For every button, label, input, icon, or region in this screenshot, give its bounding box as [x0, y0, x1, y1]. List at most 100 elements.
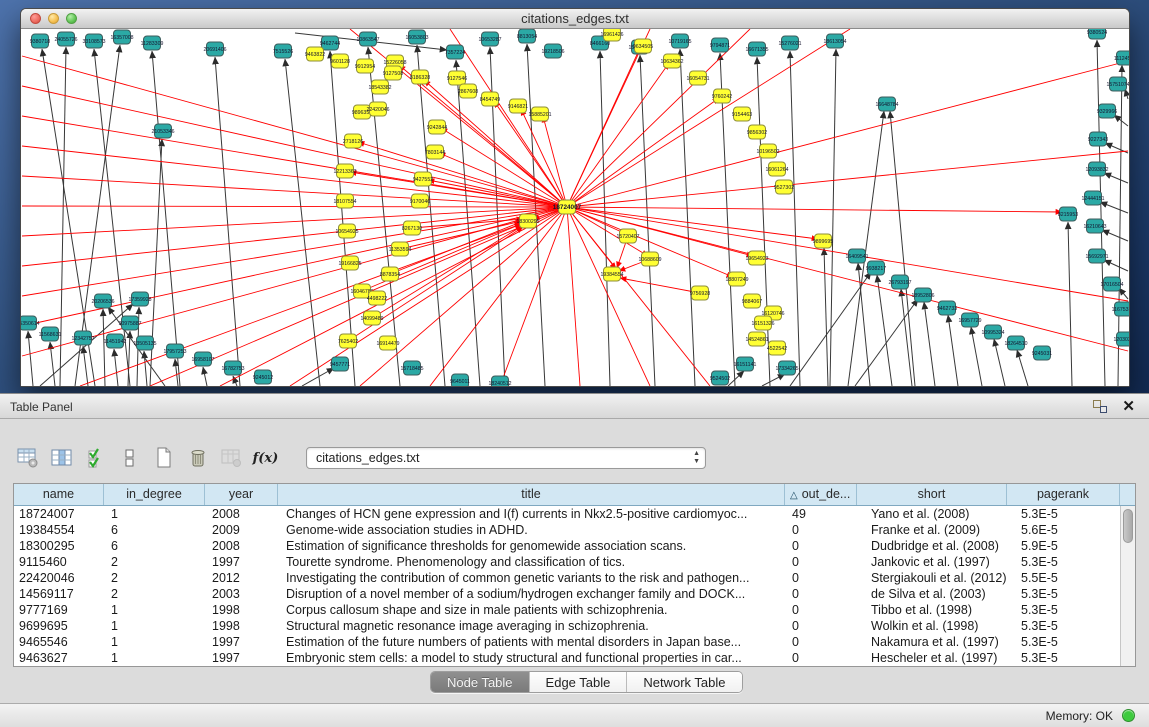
- graph-node[interactable]: 16357008: [110, 30, 133, 44]
- graph-edge[interactable]: [28, 331, 33, 386]
- graph-edge[interactable]: [567, 207, 580, 386]
- graph-node[interactable]: 7625402: [338, 334, 358, 348]
- graph-node[interactable]: 9899695: [813, 234, 833, 248]
- graph-node[interactable]: 9146821: [508, 99, 528, 113]
- graph-node[interactable]: 4498222: [367, 291, 387, 305]
- graph-edge[interactable]: [567, 61, 1128, 207]
- graph-node[interactable]: 9634505: [633, 39, 653, 53]
- select-all-icon[interactable]: [84, 447, 107, 470]
- graph-node[interactable]: 16151141: [734, 357, 757, 371]
- graph-node[interactable]: 9645011: [450, 374, 470, 386]
- graph-node[interactable]: 15276021: [778, 36, 801, 50]
- graph-node[interactable]: 7357224: [445, 45, 465, 59]
- graph-edge[interactable]: [680, 49, 695, 386]
- graph-edge[interactable]: [22, 207, 567, 236]
- graph-node[interactable]: 18543382: [368, 80, 391, 94]
- column-header-in_degree[interactable]: in_degree: [104, 484, 205, 505]
- graph-node[interactable]: 10196502: [756, 144, 779, 158]
- graph-node[interactable]: 22420046: [366, 102, 389, 116]
- graph-node[interactable]: 10634362: [660, 54, 683, 68]
- column-header-name[interactable]: name: [14, 484, 104, 505]
- graph-node[interactable]: 17016504: [1100, 277, 1123, 291]
- graph-edge[interactable]: [83, 346, 88, 386]
- graph-node[interactable]: 8813054: [517, 29, 537, 43]
- graph-node[interactable]: 9856302: [747, 125, 767, 139]
- delete-column-icon[interactable]: [186, 447, 209, 470]
- graph-edge[interactable]: [620, 278, 700, 293]
- tab-network-table[interactable]: Network Table: [626, 672, 741, 692]
- function-builder-icon[interactable]: f(x): [254, 447, 277, 470]
- graph-edge[interactable]: [22, 206, 567, 207]
- graph-node[interactable]: 9245012: [253, 370, 273, 384]
- graph-edge[interactable]: [600, 51, 610, 386]
- graph-node[interactable]: 33108573: [82, 34, 105, 48]
- graph-node[interactable]: 12213363: [333, 164, 356, 178]
- graph-node[interactable]: 10719165: [668, 34, 691, 48]
- graph-node[interactable]: 16957729: [958, 313, 981, 327]
- graph-node[interactable]: 15751074: [1106, 77, 1129, 91]
- graph-edge[interactable]: [1017, 350, 1028, 386]
- graph-node[interactable]: 8454749: [480, 92, 500, 106]
- graph-edge[interactable]: [948, 315, 958, 386]
- graph-node[interactable]: 18807249: [725, 272, 748, 286]
- graph-node[interactable]: 16961426: [600, 29, 623, 41]
- graph-edge[interactable]: [1068, 222, 1072, 386]
- graph-edge[interactable]: [762, 374, 785, 386]
- graph-edge[interactable]: [855, 299, 918, 386]
- graph-node[interactable]: 18300295: [516, 214, 539, 228]
- graph-edge[interactable]: [994, 339, 1005, 386]
- graph-node[interactable]: 11675338: [1112, 302, 1129, 316]
- graph-node[interactable]: 9457771: [330, 357, 350, 371]
- graph-edge[interactable]: [220, 207, 567, 386]
- graph-node[interactable]: 19166825: [338, 256, 361, 270]
- graph-node[interactable]: 9938217: [866, 261, 886, 275]
- graph-node[interactable]: 19654923: [745, 251, 768, 265]
- graph-node[interactable]: 8186328: [410, 70, 430, 84]
- tab-node-table[interactable]: Node Table: [431, 672, 529, 692]
- table-mode-icon[interactable]: [16, 447, 39, 470]
- graph-node[interactable]: 18952806: [911, 288, 934, 302]
- graph-edge[interactable]: [103, 309, 105, 386]
- graph-node[interactable]: 17359928: [128, 292, 151, 306]
- tab-edge-table[interactable]: Edge Table: [529, 672, 627, 692]
- table-scrollbar[interactable]: [1120, 506, 1135, 666]
- graph-node[interactable]: 12030341: [1113, 332, 1129, 346]
- graph-node[interactable]: 9912954: [355, 59, 375, 73]
- graph-edge[interactable]: [80, 207, 567, 386]
- graph-edge[interactable]: [152, 51, 180, 386]
- graph-node[interactable]: 10863547: [356, 32, 379, 46]
- float-panel-icon[interactable]: [1093, 400, 1107, 413]
- graph-edge[interactable]: [924, 302, 935, 386]
- graph-node[interactable]: 16958107: [191, 352, 214, 366]
- graph-node[interactable]: 8215953: [1058, 207, 1078, 221]
- graph-node[interactable]: 12342757: [71, 331, 94, 345]
- graph-node[interactable]: 9756928: [690, 286, 710, 300]
- graph-node[interactable]: 21053346: [151, 124, 174, 138]
- graph-node[interactable]: 10995324: [981, 325, 1004, 339]
- table-panel-titlebar[interactable]: Table Panel ✕: [0, 393, 1149, 419]
- table-row[interactable]: 2242004622012Investigating the contribut…: [14, 570, 1135, 586]
- graph-node[interactable]: 9242844: [427, 120, 447, 134]
- graph-node[interactable]: 9601128: [330, 54, 350, 68]
- graph-node[interactable]: 11568631: [39, 327, 62, 341]
- graph-edge[interactable]: [1097, 40, 1105, 386]
- graph-node[interactable]: 20206536: [91, 294, 114, 308]
- graph-node[interactable]: 10654925: [335, 224, 358, 238]
- graph-edge[interactable]: [22, 56, 567, 207]
- graph-node[interactable]: 2867608: [458, 84, 478, 98]
- graph-node[interactable]: 26793197: [888, 275, 911, 289]
- graph-node[interactable]: 9329966: [1097, 104, 1117, 118]
- minimize-window-button[interactable]: [48, 13, 59, 24]
- graph-node[interactable]: 9462733: [937, 301, 957, 315]
- graph-node[interactable]: 16054731: [686, 71, 709, 85]
- graph-node[interactable]: 12093832: [1085, 162, 1108, 176]
- close-panel-icon[interactable]: ✕: [1122, 397, 1135, 415]
- graph-node[interactable]: 19384554: [600, 267, 623, 281]
- graph-node[interactable]: 20691406: [203, 42, 226, 56]
- graph-node[interactable]: 7803144: [425, 145, 445, 159]
- graph-node[interactable]: 16210643: [1083, 219, 1106, 233]
- graph-edge[interactable]: [567, 63, 669, 207]
- graph-node[interactable]: 15692971: [1085, 249, 1108, 263]
- graph-edge[interactable]: [215, 57, 240, 386]
- scrollbar-thumb[interactable]: [1123, 509, 1133, 543]
